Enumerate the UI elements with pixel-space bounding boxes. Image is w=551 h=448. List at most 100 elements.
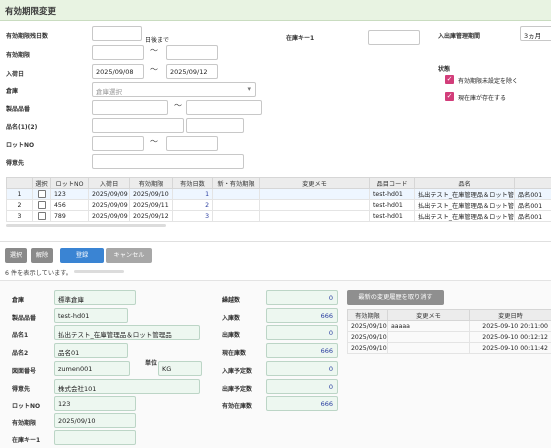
col-header-extra[interactable] (514, 177, 551, 189)
history-memo (387, 342, 470, 354)
warehouse-select[interactable]: 倉庫選択 ▾ (92, 82, 256, 97)
table-row[interactable]: 2 456 2025/09/09 2025/09/11 2 test-hd01 … (6, 199, 551, 211)
history-table-wrap: 有効期限 変更メモ 変更日時 2025/09/10 aaaaa 2025-09-… (347, 309, 551, 354)
detail-name2-label: 品名2 (12, 350, 29, 357)
chevron-down-icon: ▾ (247, 85, 251, 93)
count-scrollbar[interactable] (74, 270, 124, 273)
remaining-days-suffix: 日後まで (145, 37, 170, 44)
detail-unit-label: 単位 (145, 360, 158, 367)
remaining-days-label: 有効期限残日数 (6, 33, 49, 40)
col-header-expiry[interactable]: 有効期限 (129, 177, 173, 189)
row-extra: 品名001 (514, 199, 551, 211)
row-select-checkbox[interactable] (32, 199, 51, 211)
product-code-from-input[interactable] (92, 100, 168, 115)
history-col-memo: 変更メモ (387, 309, 470, 321)
row-days: 1 (172, 188, 213, 200)
cancel-button[interactable]: キャンセル (106, 248, 152, 263)
history-table-header: 有効期限 変更メモ 変更日時 (347, 309, 551, 321)
col-header-new-expiry[interactable]: 新・有効期限 (212, 177, 260, 189)
lot-from-input[interactable] (92, 136, 144, 151)
row-memo-input[interactable] (259, 199, 370, 211)
row-name: 払出テスト_在庫管理品＆ロット管理品 (414, 199, 515, 211)
table-scrollbar[interactable] (6, 224, 166, 227)
col-header-memo[interactable]: 変更メモ (259, 177, 370, 189)
results-table-header: 選択 ロットNO 入荷日 有効期限 有効日数 新・有効期限 変更メモ 品目コード… (6, 177, 551, 189)
history-date: 2025-09-10 00:11:42 (469, 342, 551, 354)
row-memo-input[interactable] (259, 210, 370, 222)
results-table: 選択 ロットNO 入荷日 有効期限 有効日数 新・有効期限 変更メモ 品目コード… (6, 177, 551, 222)
warehouse-select-placeholder: 倉庫選択 (96, 88, 122, 96)
detail-warehouse-label: 倉庫 (12, 297, 25, 304)
col-header-name[interactable]: 品名 (414, 177, 515, 189)
status-exclude-unset-checkbox[interactable]: ✓ (445, 75, 454, 84)
out-label: 出庫数 (222, 332, 241, 339)
row-name: 払出テスト_在庫管理品＆ロット管理品 (414, 188, 515, 200)
history-col-date: 変更日時 (469, 309, 551, 321)
detail-stockkey-label: 在庫キー1 (12, 437, 41, 444)
row-code: test-hd01 (369, 188, 415, 200)
select-all-button[interactable]: 選択 (5, 248, 27, 263)
detail-name1-label: 品名1 (12, 332, 29, 339)
status-has-stock-label: 現在庫が存在する (458, 95, 507, 102)
in-plan-label: 入庫予定数 (222, 368, 253, 375)
deselect-all-button[interactable]: 解除 (31, 248, 53, 263)
table-row[interactable]: 3 789 2025/09/09 2025/09/12 3 test-hd01 … (6, 210, 551, 222)
result-count: 6 件を表示しています。 (5, 270, 72, 277)
row-new-expiry-input[interactable] (212, 199, 260, 211)
carry-label: 繰越数 (222, 297, 241, 304)
row-new-expiry-input[interactable] (212, 210, 260, 222)
col-header-arrival[interactable]: 入荷日 (88, 177, 130, 189)
expiry-label: 有効期限 (6, 52, 31, 59)
inout-period-select[interactable]: 3ヵ月 (520, 26, 551, 41)
row-days: 2 (172, 199, 213, 211)
product-code-label: 製品品番 (6, 106, 31, 113)
in-label: 入庫数 (222, 315, 241, 322)
status-label: 状態 (438, 66, 451, 73)
product-name2-input[interactable] (186, 118, 244, 133)
remaining-days-input[interactable] (92, 26, 142, 41)
row-name: 払出テスト_在庫管理品＆ロット管理品 (414, 210, 515, 222)
col-header-days[interactable]: 有効日数 (172, 177, 213, 189)
col-header-lot[interactable]: ロットNO (50, 177, 89, 189)
row-lot: 456 (50, 199, 89, 211)
row-select-checkbox[interactable] (32, 210, 51, 222)
col-header-code[interactable]: 品目コード (369, 177, 415, 189)
detail-warehouse-field: 標準倉庫 (54, 290, 136, 305)
expiry-to-input[interactable] (166, 45, 218, 60)
history-date: 2025-09-10 00:12:12 (469, 331, 551, 343)
row-extra: 品名001 (514, 210, 551, 222)
history-date: 2025-09-10 20:11:00 (469, 320, 551, 332)
row-new-expiry-input[interactable] (212, 188, 260, 200)
divider (0, 241, 551, 242)
product-code-to-input[interactable] (186, 100, 262, 115)
row-arrival: 2025/09/09 (88, 210, 130, 222)
detail-expiry-field: 2025/09/10 (54, 413, 136, 428)
register-button[interactable]: 登録 (60, 248, 104, 263)
row-days: 3 (172, 210, 213, 222)
row-arrival: 2025/09/09 (88, 188, 130, 200)
history-row: 2025/09/10 aaaaa 2025-09-10 20:11:00 (347, 320, 551, 332)
row-number: 2 (6, 199, 33, 211)
row-expiry: 2025/09/12 (129, 210, 173, 222)
col-header-select[interactable]: 選択 (32, 177, 51, 189)
row-memo-input[interactable] (259, 188, 370, 200)
product-code-tilde: 〜 (174, 101, 182, 110)
stock-label: 現在庫数 (222, 350, 247, 357)
arrival-to-input[interactable]: 2025/09/12 (166, 64, 218, 79)
lot-to-input[interactable] (166, 136, 218, 151)
expiry-from-input[interactable] (92, 45, 144, 60)
expiry-tilde: 〜 (150, 46, 158, 55)
status-has-stock-checkbox[interactable]: ✓ (445, 92, 454, 101)
detail-lot-field: 123 (54, 396, 136, 411)
table-row[interactable]: 1 123 2025/09/09 2025/09/10 1 test-hd01 … (6, 188, 551, 200)
history-expiry: 2025/09/10 (347, 320, 388, 332)
detail-lot-label: ロットNO (12, 403, 41, 410)
product-name-label: 品名(1)(2) (6, 124, 38, 131)
product-name1-input[interactable] (92, 118, 184, 133)
undo-latest-change-button[interactable]: 最新の変更履歴を取り消す (347, 290, 444, 305)
stock-key-input[interactable] (368, 30, 420, 45)
arrival-from-input[interactable]: 2025/09/08 (92, 64, 144, 79)
row-select-checkbox[interactable] (32, 188, 51, 200)
carry-value: 0 (266, 290, 338, 305)
customer-input[interactable] (92, 154, 244, 169)
